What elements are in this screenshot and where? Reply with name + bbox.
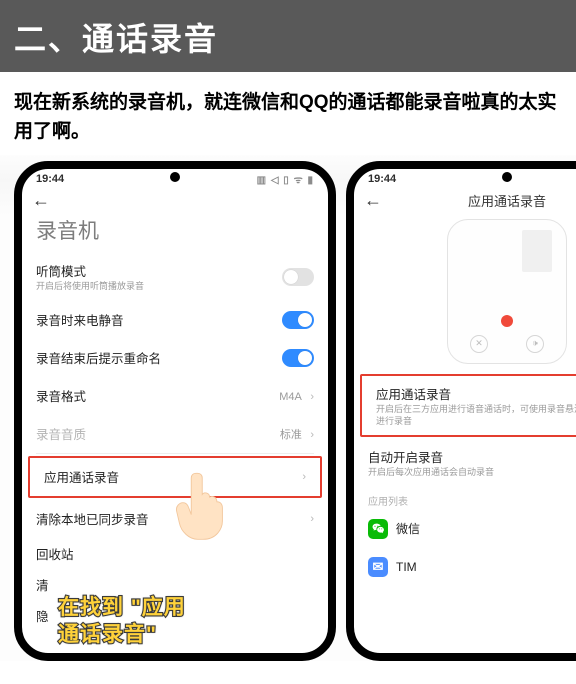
row-title: 应用通话录音	[44, 467, 119, 486]
row-quality: 录音音质 标准 ›	[22, 415, 328, 453]
phone-right: 19:44 ▥ ◁ ▯ ᯤ ▮ ← 应用通话录音 ✕ 🕩 打开 应用通话录音 开…	[346, 161, 576, 661]
camera-notch	[170, 172, 180, 182]
divider	[36, 453, 314, 454]
row-cut2: 隐	[22, 600, 328, 631]
chevron-right-icon: ›	[310, 513, 314, 525]
row-listen-mode[interactable]: 听筒模式 开启后将使用听筒播放录音	[22, 253, 328, 301]
highlight-feature: 应用通话录音 开启后在三方应用进行语音通话时，可使用录音悬浮按钮进行录音	[360, 374, 576, 437]
status-bar: 19:44 ▥ ◁ ▯ ᯤ ▮	[354, 169, 576, 186]
row-recycle[interactable]: 回收站	[22, 538, 328, 569]
section-title: 二、通话录音	[14, 14, 562, 60]
sheet-icon	[522, 230, 552, 272]
back-icon[interactable]: ←	[32, 190, 50, 211]
row-rename[interactable]: 录音结束后提示重命名	[22, 339, 328, 377]
row-title: 隐	[36, 606, 49, 625]
row-title: 清	[36, 575, 49, 594]
row-cut1: 清	[22, 569, 328, 600]
row-clear-sync[interactable]: 清除本地已同步录音 ›	[22, 500, 328, 538]
row-app-wechat[interactable]: 微信	[354, 510, 576, 548]
chevron-right-icon: ›	[310, 391, 314, 403]
row-auto[interactable]: 自动开启录音 开启后每次应用通话会自动录音	[354, 439, 576, 487]
recorder-illustration: ✕ 🕩	[447, 219, 567, 364]
row-sub: 开启后在三方应用进行语音通话时，可使用录音悬浮按钮进行录音	[376, 404, 576, 427]
nav-title: 应用通话录音	[354, 191, 576, 210]
row-format[interactable]: 录音格式 M4A ›	[22, 377, 328, 415]
row-title: 清除本地已同步录音	[36, 509, 149, 528]
row-title: 应用通话录音	[376, 384, 576, 403]
app-name: TIM	[396, 560, 417, 574]
row-title: 自动开启录音	[368, 447, 576, 466]
value-quality: 标准	[280, 429, 302, 441]
nav-bar: ← 应用通话录音	[354, 186, 576, 213]
phone-left: 19:44 ▥ ◁ ▯ ᯤ ▮ ← 录音机 听筒模式 开启后将使用听筒播放录音 …	[14, 161, 336, 661]
row-silence[interactable]: 录音时来电静音	[22, 301, 328, 339]
record-dot-icon	[501, 315, 513, 327]
app-name: 微信	[396, 520, 420, 537]
section-label: 应用列表	[354, 487, 576, 510]
row-title: 录音结束后提示重命名	[36, 348, 161, 367]
toggle-listen-mode[interactable]	[282, 268, 314, 286]
page-title: 录音机	[22, 213, 328, 253]
row-title: 录音音质	[36, 424, 86, 443]
tim-icon: ✉	[368, 557, 388, 577]
wechat-icon	[368, 519, 388, 539]
status-icons: ▥ ◁ ▯ ᯤ ▮	[257, 172, 314, 186]
row-feature[interactable]: 应用通话录音 开启后在三方应用进行语音通话时，可使用录音悬浮按钮进行录音	[362, 376, 576, 435]
chevron-right-icon: ›	[310, 429, 314, 441]
row-title: 听筒模式	[36, 261, 282, 280]
status-time: 19:44	[36, 173, 64, 185]
chevron-right-icon: ›	[302, 471, 306, 483]
nav-bar: ←	[22, 186, 328, 213]
status-time: 19:44	[368, 173, 396, 185]
toggle-silence[interactable]	[282, 311, 314, 329]
row-title: 录音格式	[36, 386, 86, 405]
camera-notch	[502, 172, 512, 182]
row-title: 录音时来电静音	[36, 310, 124, 329]
toggle-rename[interactable]	[282, 349, 314, 367]
highlight-app-record: 应用通话录音 ›	[28, 456, 322, 498]
call-end-icon: ✕	[470, 335, 488, 353]
intro-text: 现在新系统的录音机，就连微信和QQ的通话都能录音啦真的太实用了啊。	[0, 72, 576, 155]
row-sub: 开启后将使用听筒播放录音	[36, 281, 282, 293]
phone-mockups-row: 19:44 ▥ ◁ ▯ ᯤ ▮ ← 录音机 听筒模式 开启后将使用听筒播放录音 …	[0, 155, 576, 661]
row-app-tim[interactable]: ✉ TIM	[354, 548, 576, 586]
value-format: M4A	[279, 391, 302, 403]
row-sub: 开启后每次应用通话会自动录音	[368, 467, 576, 479]
row-app-record[interactable]: 应用通话录音 ›	[30, 458, 320, 496]
speaker-icon: 🕩	[526, 335, 544, 353]
section-header: 二、通话录音	[0, 0, 576, 72]
row-title: 回收站	[36, 544, 74, 563]
